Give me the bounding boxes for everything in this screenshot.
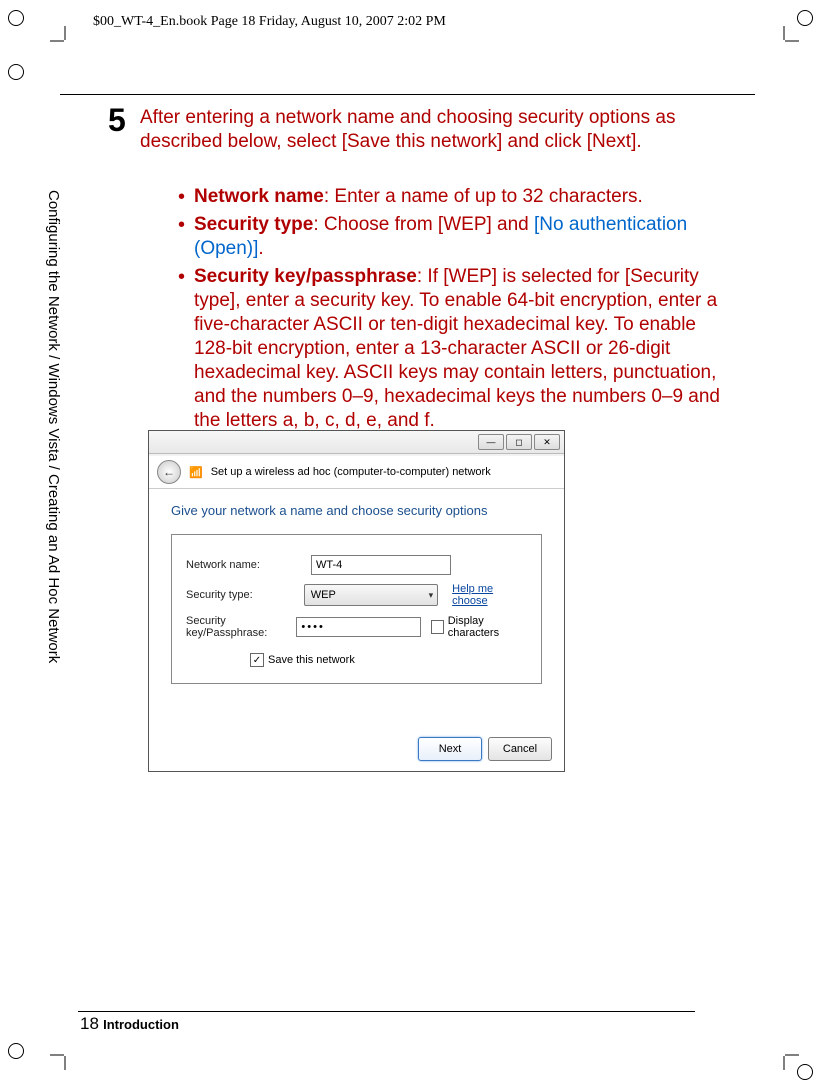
checkbox-label: Save this network bbox=[268, 654, 355, 666]
checkbox-label: Display characters bbox=[448, 615, 527, 639]
top-rule bbox=[60, 94, 755, 95]
label-network-name: Network name: bbox=[186, 559, 311, 571]
crop-mark-tl bbox=[50, 26, 80, 56]
network-name-input[interactable]: WT-4 bbox=[311, 555, 451, 575]
checkbox-checked-icon: ✓ bbox=[250, 653, 264, 667]
step-number: 5 bbox=[108, 102, 126, 139]
crop-mark-bl bbox=[50, 1040, 80, 1070]
back-arrow-icon: ← bbox=[163, 465, 175, 479]
minimize-button[interactable]: — bbox=[478, 434, 504, 450]
dialog-subtitle: Give your network a name and choose secu… bbox=[171, 503, 542, 518]
footer-section: Introduction bbox=[103, 1017, 179, 1032]
registration-mark-icon bbox=[797, 10, 813, 26]
bullet-dot: . bbox=[258, 238, 263, 259]
row-network-name: Network name: WT-4 bbox=[186, 555, 527, 575]
row-security-type: Security type: WEP ▾ Help me choose bbox=[186, 583, 527, 607]
check-icon: ✓ bbox=[253, 655, 261, 666]
input-value: WT-4 bbox=[316, 559, 342, 571]
label-passphrase: Security key/Passphrase: bbox=[186, 615, 296, 639]
registration-mark-icon bbox=[8, 64, 24, 80]
bullet-label: Security key/passphrase bbox=[194, 266, 417, 287]
registration-mark-icon bbox=[8, 1043, 24, 1059]
registration-mark-icon bbox=[797, 1064, 813, 1080]
bullet-label: Network name bbox=[194, 186, 324, 207]
dialog-body: Give your network a name and choose secu… bbox=[149, 489, 564, 684]
wizard-icon: 📶 bbox=[189, 466, 203, 479]
label-security-type: Security type: bbox=[186, 589, 304, 601]
cancel-button[interactable]: Cancel bbox=[488, 737, 552, 761]
page-number: 18 bbox=[80, 1014, 99, 1033]
adhoc-network-dialog: — ◻ ✕ ← 📶 Set up a wireless ad hoc (comp… bbox=[148, 430, 565, 772]
bullet-text: : Choose from [WEP] and bbox=[313, 214, 534, 235]
option-bullets: Network name: Enter a name of up to 32 c… bbox=[138, 181, 728, 437]
close-button[interactable]: ✕ bbox=[534, 434, 560, 450]
checkbox-icon bbox=[431, 620, 444, 634]
print-header: $00_WT-4_En.book Page 18 Friday, August … bbox=[93, 14, 446, 30]
row-passphrase: Security key/Passphrase: •••• Display ch… bbox=[186, 615, 527, 639]
chevron-down-icon: ▾ bbox=[429, 590, 434, 601]
step-instruction: After entering a network name and choosi… bbox=[140, 106, 685, 154]
registration-mark-icon bbox=[8, 10, 24, 26]
footer-rule bbox=[78, 1011, 695, 1012]
side-heading: Configuring the Network / Windows Vista … bbox=[45, 190, 62, 710]
crop-mark-tr bbox=[769, 26, 799, 56]
back-button[interactable]: ← bbox=[157, 460, 181, 484]
wizard-title: Set up a wireless ad hoc (computer-to-co… bbox=[211, 466, 491, 478]
help-me-choose-link[interactable]: Help me choose bbox=[452, 583, 527, 607]
bullet-security-key: Security key/passphrase: If [WEP] is sel… bbox=[178, 265, 728, 433]
input-value: •••• bbox=[301, 621, 324, 633]
passphrase-input[interactable]: •••• bbox=[296, 617, 421, 637]
bullet-network-name: Network name: Enter a name of up to 32 c… bbox=[178, 185, 728, 209]
security-type-dropdown[interactable]: WEP ▾ bbox=[304, 584, 438, 606]
page-footer: 18 Introduction bbox=[80, 1014, 179, 1034]
dialog-button-bar: Next Cancel bbox=[418, 737, 552, 761]
form-group: Network name: WT-4 Security type: WEP ▾ … bbox=[171, 534, 542, 684]
bullet-security-type: Security type: Choose from [WEP] and [No… bbox=[178, 213, 728, 261]
wizard-header: ← 📶 Set up a wireless ad hoc (computer-t… bbox=[149, 454, 564, 489]
crop-mark-br bbox=[769, 1040, 799, 1070]
maximize-button[interactable]: ◻ bbox=[506, 434, 532, 450]
bullet-text: : Enter a name of up to 32 characters. bbox=[324, 186, 643, 207]
save-network-checkbox[interactable]: ✓ Save this network bbox=[250, 653, 527, 667]
bullet-label: Security type bbox=[194, 214, 313, 235]
bullet-text: : If [WEP] is selected for [Security typ… bbox=[194, 266, 720, 431]
display-characters-checkbox[interactable]: Display characters bbox=[431, 615, 527, 639]
window-titlebar: — ◻ ✕ bbox=[149, 431, 564, 454]
next-button[interactable]: Next bbox=[418, 737, 482, 761]
dropdown-value: WEP bbox=[311, 589, 336, 601]
